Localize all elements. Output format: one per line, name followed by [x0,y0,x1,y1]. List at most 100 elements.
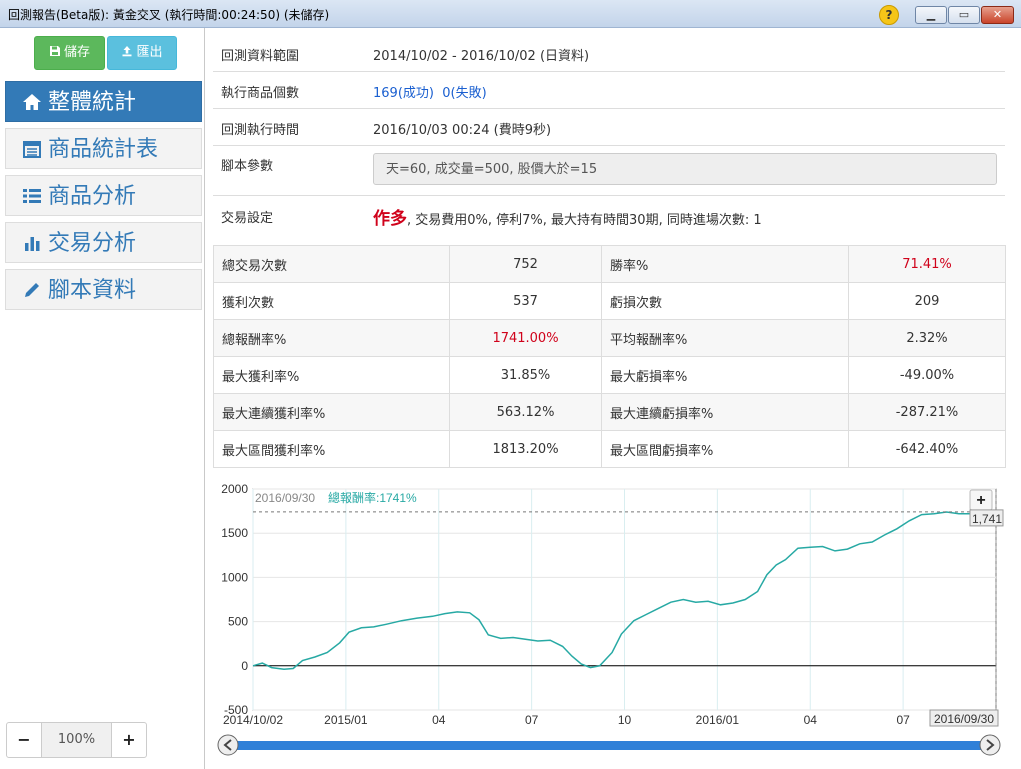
stat-label: 獲利次數 [213,282,450,320]
stat-label: 勝率% [601,245,849,283]
count-success-link[interactable]: 169(成功) [373,86,434,101]
nav-label: 商品分析 [48,184,137,209]
stat-value: 1813.20% [449,430,602,468]
x-tick-label: 04 [804,713,818,727]
stat-label: 最大虧損率% [601,356,849,394]
x-tick-label: 10 [618,713,632,727]
stat-label: 總報酬率% [213,319,450,357]
nav-product-analysis[interactable]: 商品分析 [5,175,202,216]
y-tick-label: 500 [228,615,248,629]
zoom-out-button[interactable]: − [7,723,41,757]
y-tick-label: 1500 [221,526,248,540]
stat-value: 209 [848,282,1006,320]
stat-value: -287.21% [848,393,1006,431]
table-row: 總報酬率% 1741.00% 平均報酬率% 2.32% [213,319,1006,357]
save-label: 儲存 [63,45,90,60]
stat-label: 平均報酬率% [601,319,849,357]
stat-value: 2.32% [848,319,1006,357]
x-tick-label: 04 [432,713,446,727]
trade-settings: , 交易費用0%, 停利7%, 最大持有時間30期, 同時進場次數: 1 [407,213,762,228]
nav-label: 腳本資料 [48,278,137,303]
zoom-level: 100% [41,723,112,757]
info-row-count: 執行商品個數 169(成功) 0(失敗) [213,71,1005,109]
tooltip-value: 總報酬率:1741% [328,490,417,505]
pencil-icon [25,283,39,297]
maximize-button[interactable]: ▭ [948,6,980,24]
param-label: 腳本參數 [221,159,274,174]
nav-script-data[interactable]: 腳本資料 [5,269,202,310]
table-icon [23,141,41,158]
trade-value: 作多, 交易費用0%, 停利7%, 最大持有時間30期, 同時進場次數: 1 [373,204,762,229]
time-value: 2016/10/03 00:24 (費時9秒) [373,123,552,138]
stat-label: 總交易次數 [213,245,450,283]
x-tick-label: 2014/10/02 [223,713,283,727]
last-value-label: 1,741 [972,512,1002,526]
export-label: 匯出 [136,45,163,60]
stat-label: 最大區間虧損率% [601,430,849,468]
nav-label: 整體統計 [48,90,137,115]
range-value: 2014/10/02 - 2016/10/02 (日資料) [373,49,590,64]
sidebar: 儲存 匯出 整體統計 商品統計表 商品分析 交易分析 腳本資料 − 100% + [0,28,205,769]
zoom-in-button[interactable]: + [112,723,146,757]
chart-zoom-button-label[interactable]: + [976,492,985,509]
info-row-time: 回測執行時間 2016/10/03 00:24 (費時9秒) [213,108,1005,146]
stat-value: 563.12% [449,393,602,431]
nav-product-stats-table[interactable]: 商品統計表 [5,128,202,169]
end-date-label: 2016/09/30 [934,712,994,726]
navigator-scrollbar[interactable] [225,741,995,750]
equity-chart-svg: 2000150010005000-5002014/10/02 2015/01 04 0… [217,482,1004,756]
stat-value: 1741.00% [449,319,602,357]
save-icon [49,46,60,56]
x-tick-label: 07 [896,713,910,727]
save-button[interactable]: 儲存 [34,36,105,70]
info-row-trade: 交易設定 作多, 交易費用0%, 停利7%, 最大持有時間30期, 同時進場次數… [213,195,1005,239]
stats-table: 總交易次數 752 勝率% 71.41% 獲利次數 537 虧損次數 209 總… [213,245,1006,468]
info-row-range: 回測資料範圍 2014/10/02 - 2016/10/02 (日資料) [213,34,1005,72]
y-tick-label: 1000 [221,570,248,584]
stat-value: -642.40% [848,430,1006,468]
zoom-control: − 100% + [6,722,147,758]
close-button[interactable]: ✕ [981,6,1014,24]
time-label: 回測執行時間 [221,123,300,138]
table-row: 總交易次數 752 勝率% 71.41% [213,245,1006,283]
bar-chart-icon [25,237,40,251]
stat-label: 最大區間獲利率% [213,430,450,468]
main-content: 回測資料範圍 2014/10/02 - 2016/10/02 (日資料) 執行商… [205,28,1021,769]
stat-value: 537 [449,282,602,320]
home-icon [23,94,41,110]
trade-direction: 作多 [373,209,407,229]
count-label: 執行商品個數 [221,86,300,101]
y-tick-label: 0 [241,659,248,673]
script-params-field: 天=60, 成交量=500, 股價大於=15 [373,153,997,185]
stat-label: 虧損次數 [601,282,849,320]
export-icon [122,46,132,57]
help-icon[interactable]: ? [879,5,899,25]
nav-label: 交易分析 [48,231,137,256]
stat-label: 最大連續虧損率% [601,393,849,431]
stat-value: 71.41% [848,245,1006,283]
nav-overall-stats[interactable]: 整體統計 [5,81,202,122]
window-title: 回測報告(Beta版): 黃金交叉 (執行時間:00:24:50) (未儲存) [8,8,330,22]
tooltip-date: 2016/09/30 [255,491,315,505]
scroll-left-button[interactable] [217,734,239,756]
count-fail-link[interactable]: 0(失敗) [442,86,486,101]
stat-label: 最大連續獲利率% [213,393,450,431]
list-icon [23,189,41,203]
stat-value: 752 [449,245,602,283]
x-tick-label: 07 [525,713,539,727]
nav-label: 商品統計表 [48,137,159,162]
minimize-button[interactable]: ▁ [915,6,947,24]
table-row: 最大獲利率% 31.85% 最大虧損率% -49.00% [213,356,1006,394]
export-button[interactable]: 匯出 [107,36,177,70]
table-row: 獲利次數 537 虧損次數 209 [213,282,1006,320]
nav-trade-analysis[interactable]: 交易分析 [5,222,202,263]
count-value: 169(成功) 0(失敗) [373,82,487,101]
scroll-right-button[interactable] [979,734,1001,756]
stat-label: 最大獲利率% [213,356,450,394]
range-label: 回測資料範圍 [221,49,300,64]
equity-chart: 2000 1500 1000 500 0 -500 2014/10/02 2015/01 04 0… [213,482,1013,763]
table-row: 最大區間獲利率% 1813.20% 最大區間虧損率% -642.40% [213,430,1006,468]
stat-value: 31.85% [449,356,602,394]
window-titlebar: 回測報告(Beta版): 黃金交叉 (執行時間:00:24:50) (未儲存) … [0,0,1021,28]
trade-label: 交易設定 [221,211,274,226]
